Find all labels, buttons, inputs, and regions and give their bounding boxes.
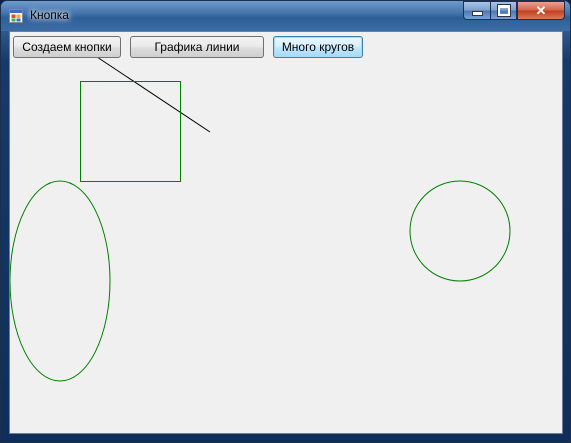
- many-circles-button[interactable]: Много кругов: [273, 36, 363, 58]
- form-client-area: Создаем кнопки Графика линии Много круго…: [9, 31, 563, 434]
- minimize-button[interactable]: [463, 1, 490, 20]
- title-bar[interactable]: Кнопка ✕: [1, 1, 570, 31]
- caption-buttons: ✕: [463, 1, 565, 20]
- minimize-icon: [471, 11, 483, 16]
- drawn-ellipse: [10, 180, 111, 382]
- drawn-circle: [409, 180, 511, 282]
- maximize-icon: [496, 4, 511, 17]
- maximize-button[interactable]: [490, 1, 517, 20]
- window-title: Кнопка: [30, 8, 69, 22]
- main-window: Кнопка ✕ Создаем кнопки Графика линии Мн…: [0, 0, 571, 443]
- drawing-canvas: [10, 48, 511, 382]
- form-app-icon[interactable]: [9, 9, 23, 23]
- line-graphics-button[interactable]: Графика линии: [130, 36, 264, 58]
- drawn-line: [84, 48, 211, 133]
- close-icon: ✕: [535, 2, 547, 18]
- drawn-square: [80, 81, 181, 182]
- create-buttons-button[interactable]: Создаем кнопки: [13, 36, 121, 58]
- close-button[interactable]: ✕: [517, 1, 565, 20]
